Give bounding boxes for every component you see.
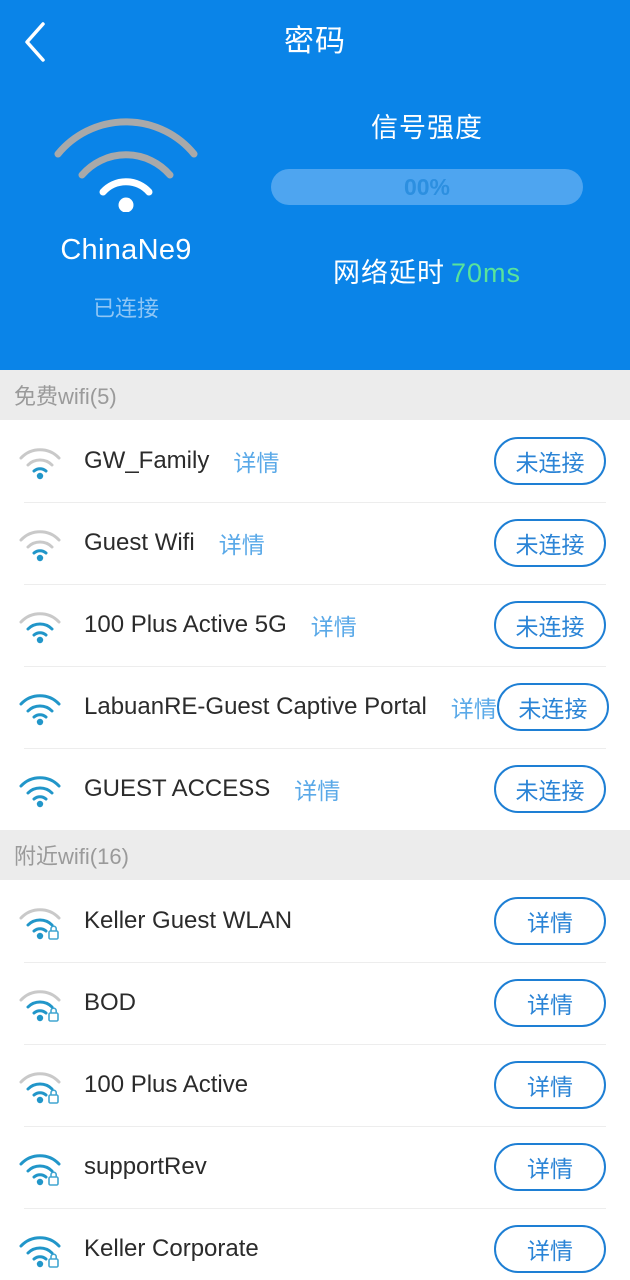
wifi-locked-icon — [18, 1229, 66, 1269]
wifi-list[interactable]: 免费wifi(5) GW_Family 详情 未连接 Guest Wifi 详情 未连接 10… — [0, 370, 630, 1280]
wifi-row[interactable]: 100 Plus Active 5G 详情 未连接 — [0, 584, 630, 666]
wifi-detail-link[interactable]: 详情 — [219, 526, 265, 560]
wifi-row[interactable]: 100 Plus Active 详情 — [0, 1044, 630, 1126]
wifi-ssid-label: Guest Wifi — [84, 529, 195, 556]
wifi-action-button[interactable]: 未连接 — [494, 519, 606, 567]
back-button[interactable] — [4, 11, 66, 73]
wifi-action-button[interactable]: 未连接 — [494, 437, 606, 485]
navbar: 密码 — [0, 0, 630, 84]
section-header-nearby-wifi: 附近wifi(16) — [0, 830, 630, 880]
wifi-screen: 密码 ChinaNe9 已连接 信号强度 00% 网络延时 70ms 免费wif… — [0, 0, 630, 1280]
wifi-locked-icon — [18, 1147, 66, 1187]
wifi-action-button[interactable]: 详情 — [494, 1143, 606, 1191]
connected-ssid-label: ChinaNe9 — [60, 234, 192, 266]
latency-row: 网络延时 70ms — [333, 251, 521, 290]
wifi-action-button[interactable]: 详情 — [494, 979, 606, 1027]
wifi-action-button[interactable]: 详情 — [494, 1225, 606, 1273]
wifi-row[interactable]: supportRev 详情 — [0, 1126, 630, 1208]
wifi-icon — [18, 687, 66, 727]
wifi-detail-link[interactable]: 详情 — [451, 690, 497, 724]
signal-block: 信号强度 00% 网络延时 70ms — [252, 84, 630, 323]
wifi-large-icon — [46, 92, 206, 212]
wifi-locked-icon — [18, 983, 66, 1023]
section-title: 附近wifi(16) — [14, 844, 129, 869]
wifi-ssid-label: GW_Family — [84, 447, 210, 474]
page-title: 密码 — [284, 25, 346, 58]
chevron-left-icon — [22, 20, 48, 64]
wifi-ssid-label: Keller Guest WLAN — [84, 907, 293, 934]
wifi-action-button[interactable]: 详情 — [494, 1061, 606, 1109]
wifi-ssid-label: 100 Plus Active — [84, 1071, 249, 1098]
wifi-action-button[interactable]: 未连接 — [494, 765, 606, 813]
wifi-row[interactable]: Guest Wifi 详情 未连接 — [0, 502, 630, 584]
wifi-detail-link[interactable]: 详情 — [294, 772, 340, 806]
wifi-ssid-label: 100 Plus Active 5G — [84, 611, 287, 638]
section-header-free-wifi: 免费wifi(5) — [0, 370, 630, 420]
wifi-locked-icon — [18, 901, 66, 941]
wifi-ssid-label: LabuanRE-Guest Captive Portal — [84, 693, 427, 720]
signal-strength-progressbar: 00% — [271, 169, 583, 205]
signal-strength-value: 00% — [403, 173, 451, 200]
wifi-row[interactable]: GW_Family 详情 未连接 — [0, 420, 630, 502]
wifi-row[interactable]: Keller Guest WLAN 详情 — [0, 880, 630, 962]
hero-body: ChinaNe9 已连接 信号强度 00% 网络延时 70ms — [0, 84, 630, 323]
signal-strength-label: 信号强度 — [371, 113, 483, 143]
wifi-ssid-label: supportRev — [84, 1153, 207, 1180]
wifi-action-button[interactable]: 未连接 — [494, 601, 606, 649]
wifi-icon — [18, 605, 66, 645]
wifi-icon — [18, 769, 66, 809]
wifi-detail-link[interactable]: 详情 — [233, 444, 279, 478]
latency-label: 网络延时 — [332, 258, 445, 288]
wifi-row[interactable]: BOD 详情 — [0, 962, 630, 1044]
connection-status-label: 已连接 — [92, 296, 159, 321]
latency-value: 70ms — [450, 258, 522, 288]
wifi-ssid-label: GUEST ACCESS — [84, 775, 271, 802]
wifi-icon — [18, 441, 66, 481]
wifi-action-button[interactable]: 未连接 — [496, 683, 609, 731]
connected-network-block: ChinaNe9 已连接 — [0, 84, 252, 323]
wifi-detail-link[interactable]: 详情 — [311, 608, 357, 642]
wifi-row[interactable]: Keller Corporate 详情 — [0, 1208, 630, 1280]
wifi-locked-icon — [18, 1065, 66, 1105]
section-title: 免费wifi(5) — [14, 384, 117, 409]
wifi-action-button[interactable]: 详情 — [494, 897, 606, 945]
wifi-ssid-label: Keller Corporate — [84, 1235, 259, 1262]
wifi-ssid-label: BOD — [84, 989, 137, 1016]
wifi-row[interactable]: LabuanRE-Guest Captive Portal 详情 未连接 — [0, 666, 630, 748]
wifi-icon — [18, 523, 66, 563]
wifi-row[interactable]: GUEST ACCESS 详情 未连接 — [0, 748, 630, 830]
hero-panel: 密码 ChinaNe9 已连接 信号强度 00% 网络延时 70ms — [0, 0, 630, 370]
